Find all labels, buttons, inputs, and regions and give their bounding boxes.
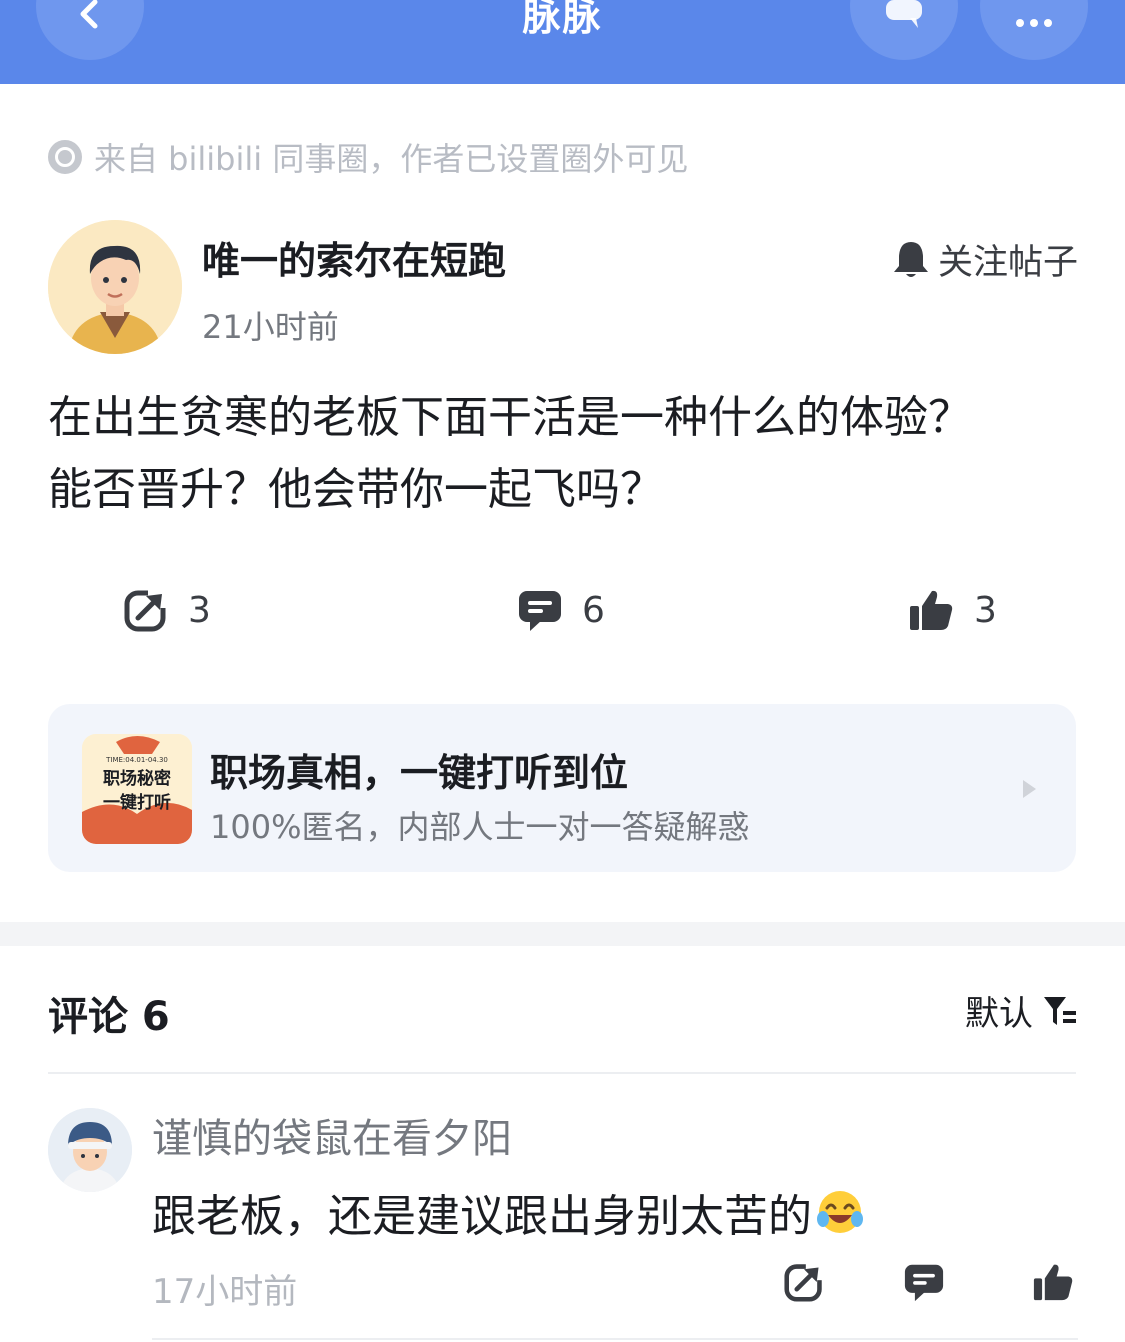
share-count: 3 — [188, 589, 211, 631]
promo-image-date: TIME:04.01-04.30 — [105, 756, 168, 764]
comment-text-body: 跟老板，还是建议跟出身别太苦的 — [152, 1191, 812, 1242]
like-button[interactable]: 3 — [908, 588, 997, 632]
promo-image: TIME:04.01-04.30 职场秘密 一键打听 — [82, 734, 192, 844]
post-source: 来自 bilibili 同事圈，作者已设置圈外可见 — [48, 134, 688, 180]
more-button[interactable] — [980, 0, 1088, 60]
divider — [48, 1072, 1076, 1074]
top-bar: 脉脉 — [0, 0, 1125, 84]
comment-item: 谨慎的袋鼠在看夕阳 跟老板，还是建议跟出身别太苦的 17小时前 — [48, 1106, 1078, 1342]
author-row: 唯一的索尔在短跑 21小时前 关注帖子 — [48, 220, 1078, 354]
thumbs-up-icon — [1033, 1264, 1073, 1301]
commenter-avatar[interactable] — [48, 1108, 132, 1192]
message-button[interactable] — [850, 0, 958, 60]
promo-subtitle: 100%匿名，内部人士一对一答疑解惑 — [210, 808, 750, 846]
laughing-tears-icon — [817, 1191, 863, 1233]
author-name[interactable]: 唯一的索尔在短跑 — [202, 230, 506, 285]
bell-icon — [893, 241, 928, 277]
circle-icon — [48, 140, 82, 174]
filter-icon — [1044, 996, 1076, 1025]
comment-share-button[interactable] — [784, 1262, 824, 1306]
comment-like-button[interactable] — [1032, 1262, 1074, 1306]
post-text-line: 能否晋升？他会带你一起飞吗？ — [48, 464, 664, 515]
more-icon — [1016, 19, 1052, 27]
follow-post-button[interactable]: 关注帖子 — [892, 234, 1078, 285]
sort-label: 默认 — [965, 994, 1033, 1034]
comments-title: 评论 6 — [48, 994, 170, 1040]
post-content: 在出生贫寒的老板下面干活是一种什么的体验？ 能否晋升？他会带你一起飞吗？ — [48, 382, 1078, 526]
comment-count: 6 — [582, 589, 605, 631]
post-source-text: 来自 bilibili 同事圈，作者已设置圈外可见 — [94, 140, 689, 178]
like-count: 3 — [974, 589, 997, 631]
comment-icon — [519, 591, 561, 631]
author-avatar[interactable] — [48, 220, 182, 354]
promo-title: 职场真相，一键打听到位 — [210, 751, 629, 795]
section-divider — [0, 922, 1125, 946]
sort-button[interactable]: 默认 — [965, 986, 1077, 1035]
comment-reply-button[interactable] — [904, 1262, 944, 1306]
commenter-name[interactable]: 谨慎的袋鼠在看夕阳 — [152, 1106, 512, 1164]
promo-image-line2: 一键打听 — [103, 792, 171, 813]
share-icon — [124, 588, 168, 632]
share-icon — [784, 1262, 824, 1302]
follow-label: 关注帖子 — [937, 243, 1078, 283]
promo-image-line1: 职场秘密 — [103, 768, 171, 789]
comment-time: 17小时前 — [152, 1272, 298, 1312]
post-time: 21小时前 — [202, 308, 339, 346]
chevron-right-icon — [1023, 780, 1036, 798]
comment-button[interactable]: 6 — [518, 588, 605, 632]
post-text-line: 在出生贫寒的老板下面干活是一种什么的体验？ — [48, 392, 972, 443]
message-icon — [886, 0, 922, 28]
comment-icon — [904, 1264, 944, 1302]
thumbs-up-icon — [910, 590, 953, 630]
post-action-bar: 3 6 3 — [0, 588, 1125, 644]
divider — [152, 1338, 1078, 1340]
share-button[interactable]: 3 — [124, 588, 211, 632]
promo-card[interactable]: TIME:04.01-04.30 职场秘密 一键打听 职场真相，一键打听到位 1… — [48, 704, 1076, 872]
comment-text: 跟老板，还是建议跟出身别太苦的 — [152, 1180, 864, 1244]
